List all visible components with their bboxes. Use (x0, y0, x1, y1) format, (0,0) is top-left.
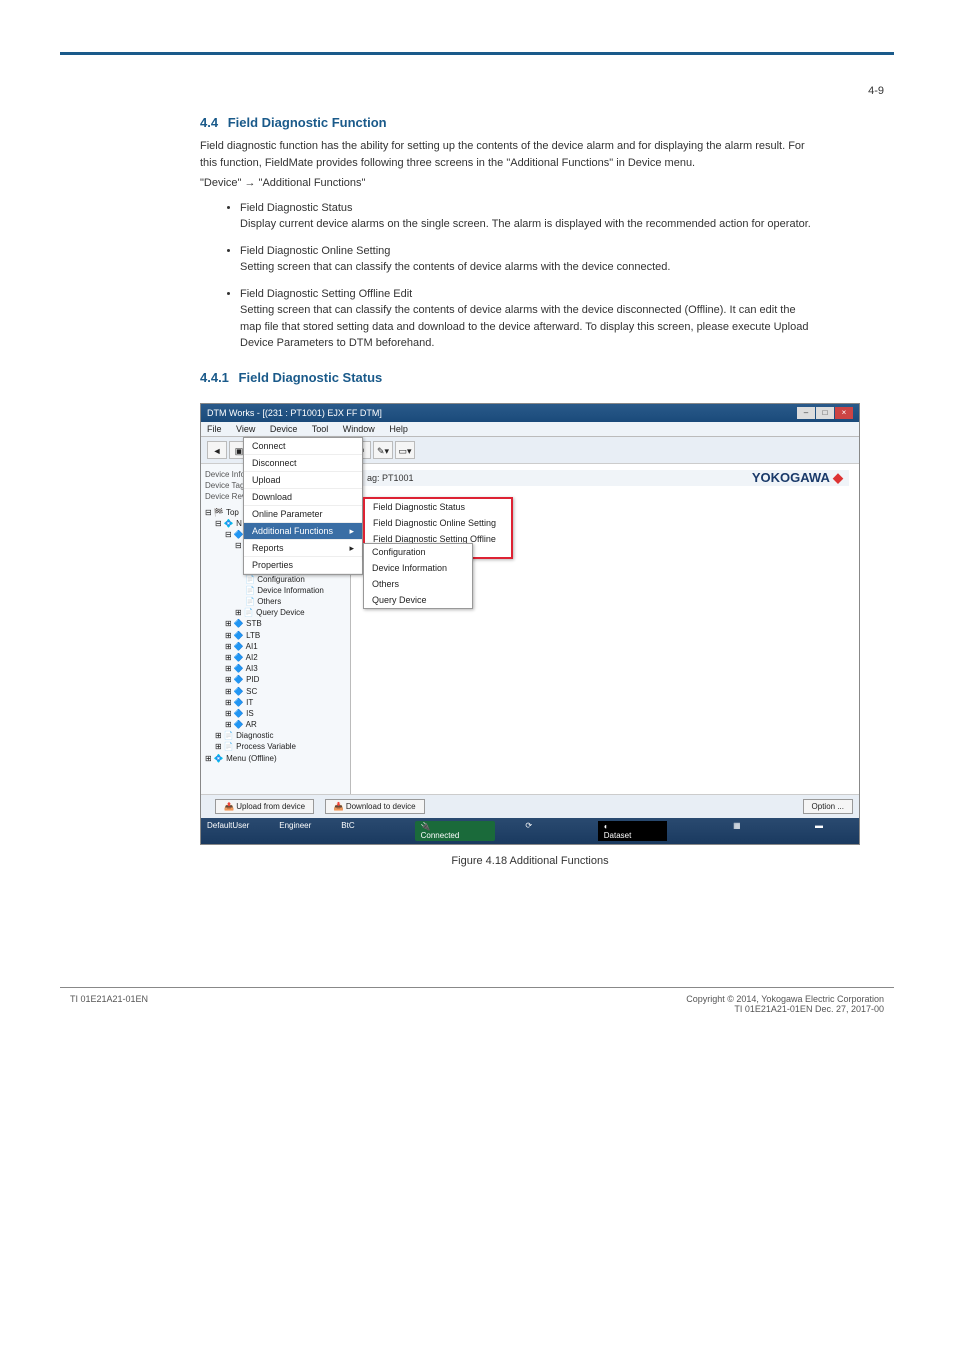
screenshot-figure: DTM Works - [(231 : PT1001) EJX FF DTM] … (200, 403, 860, 845)
menu-device[interactable]: Device (270, 424, 298, 434)
dd-upload[interactable]: Upload (244, 472, 362, 489)
tree-query-device[interactable]: ⊞ 📄 Query Device (205, 607, 346, 618)
subsection-heading: 4.4.1 Field Diagnostic Status (200, 370, 894, 385)
bullet-item: Field Diagnostic Setting Offline EditSet… (240, 286, 820, 352)
status-flag-icon: ▬ (815, 821, 823, 841)
monitor-icon[interactable]: ▭▾ (395, 441, 415, 459)
sub2-query-device[interactable]: Query Device (364, 592, 472, 608)
subsection-num: 4.4.1 (200, 370, 229, 385)
status-icon: ▦ (733, 821, 741, 841)
tree-ai3[interactable]: ⊞ 🔷 AI3 (205, 663, 346, 674)
tree-ltb[interactable]: ⊞ 🔷 LTB (205, 630, 346, 641)
status-connected: 🔌 Connected (415, 821, 496, 841)
tree-diagnostic[interactable]: ⊞ 📄 Diagnostic (205, 730, 346, 741)
status-role: Engineer (279, 821, 311, 841)
dd-online-param[interactable]: Online Parameter (244, 506, 362, 523)
dd-additional-functions[interactable]: Additional Functions▸ (244, 523, 362, 540)
section-num: 4.4 (200, 115, 218, 130)
menubar[interactable]: File View Device Tool Window Help (201, 422, 859, 437)
close-icon[interactable]: × (835, 407, 853, 419)
page-number: 4-9 (60, 85, 884, 97)
menu-help[interactable]: Help (389, 424, 408, 434)
tree-sc[interactable]: ⊞ 🔷 SC (205, 686, 346, 697)
tree-others[interactable]: 📄 Others (205, 596, 346, 607)
sub2-configuration[interactable]: Configuration (364, 544, 472, 560)
menu-tool[interactable]: Tool (312, 424, 329, 434)
edit-icon[interactable]: ✎▾ (373, 441, 393, 459)
footer-copyright: Copyright © 2014, Yokogawa Electric Corp… (686, 994, 884, 1004)
dd-disconnect[interactable]: Disconnect (244, 455, 362, 472)
sub-field-diag-status[interactable]: Field Diagnostic Status (365, 499, 511, 515)
dd-reports[interactable]: Reports▸ (244, 540, 362, 557)
back-icon[interactable]: ◄ (207, 441, 227, 459)
minimize-icon[interactable]: – (797, 407, 815, 419)
status-bar: DefaultUser Engineer BtC 🔌 Connected ⟳ ◐… (201, 818, 859, 844)
tree-is[interactable]: ⊞ 🔷 IS (205, 708, 346, 719)
section-title: Field Diagnostic Function (228, 115, 387, 130)
status-mode: BtC (341, 821, 354, 841)
tree-pid[interactable]: ⊞ 🔷 PID (205, 674, 346, 685)
sub2-others[interactable]: Others (364, 576, 472, 592)
sub2-device-info[interactable]: Device Information (364, 560, 472, 576)
config-submenu[interactable]: Configuration Device Information Others … (363, 543, 473, 609)
tree-stb[interactable]: ⊞ 🔷 STB (205, 618, 346, 629)
status-dataset: ◐ Dataset (598, 821, 668, 841)
bullet-item: Field Diagnostic StatusDisplay current d… (240, 200, 820, 233)
tree-ai1[interactable]: ⊞ 🔷 AI1 (205, 641, 346, 652)
upload-button[interactable]: 📤 Upload from device (215, 799, 314, 814)
dd-connect[interactable]: Connect (244, 438, 362, 455)
figure-caption: Figure 4.18 Additional Functions (200, 855, 860, 867)
menu-view[interactable]: View (236, 424, 255, 434)
download-button[interactable]: 📥 Download to device (325, 799, 425, 814)
tree-ar[interactable]: ⊞ 🔷 AR (205, 719, 346, 730)
subsection-title: Field Diagnostic Status (239, 370, 383, 385)
refresh-icon[interactable]: ⟳ (525, 821, 532, 841)
menu-path: "Device" → "Additional Functions" (200, 175, 820, 192)
sub-field-diag-online[interactable]: Field Diagnostic Online Setting (365, 515, 511, 531)
intro-para: Field diagnostic function has the abilit… (200, 138, 820, 171)
bullet-item: Field Diagnostic Online SettingSetting s… (240, 243, 820, 276)
dd-properties[interactable]: Properties (244, 557, 362, 574)
page-footer: TI 01E21A21-01EN Copyright © 2014, Yokog… (60, 987, 894, 1014)
tree-it[interactable]: ⊞ 🔷 IT (205, 697, 346, 708)
device-dropdown[interactable]: Connect Disconnect Upload Download Onlin… (243, 437, 363, 575)
maximize-icon[interactable]: □ (816, 407, 834, 419)
tree-process-variable[interactable]: ⊞ 📄 Process Variable (205, 741, 346, 752)
tree-menu-offline[interactable]: ⊞ 💠 Menu (Offline) (205, 753, 346, 764)
option-button[interactable]: Option ... (803, 799, 853, 814)
tree-ai2[interactable]: ⊞ 🔷 AI2 (205, 652, 346, 663)
footer-doc-date: TI 01E21A21-01EN Dec. 27, 2017-00 (734, 1004, 884, 1014)
menu-file[interactable]: File (207, 424, 222, 434)
footer-left: TI 01E21A21-01EN (70, 994, 148, 1014)
toolbar: ◄ ▣ ⚑ ✎▾ ▭▾ Connect Disconnect Upload Do… (201, 437, 859, 464)
dd-download[interactable]: Download (244, 489, 362, 506)
status-user: DefaultUser (207, 821, 249, 841)
section-heading: 4.4 Field Diagnostic Function (200, 115, 894, 130)
menu-window[interactable]: Window (343, 424, 375, 434)
yokogawa-logo: YOKOGAWA ◆ (752, 470, 843, 486)
tree-configuration[interactable]: 📄 Configuration (205, 574, 346, 585)
bottom-toolbar: 📤 Upload from device 📥 Download to devic… (201, 794, 859, 818)
window-buttons[interactable]: –□× (796, 407, 853, 419)
window-title: DTM Works - [(231 : PT1001) EJX FF DTM] (207, 408, 382, 418)
tree-device-information[interactable]: 📄 Device Information (205, 585, 346, 596)
window-titlebar: DTM Works - [(231 : PT1001) EJX FF DTM] … (201, 404, 859, 422)
